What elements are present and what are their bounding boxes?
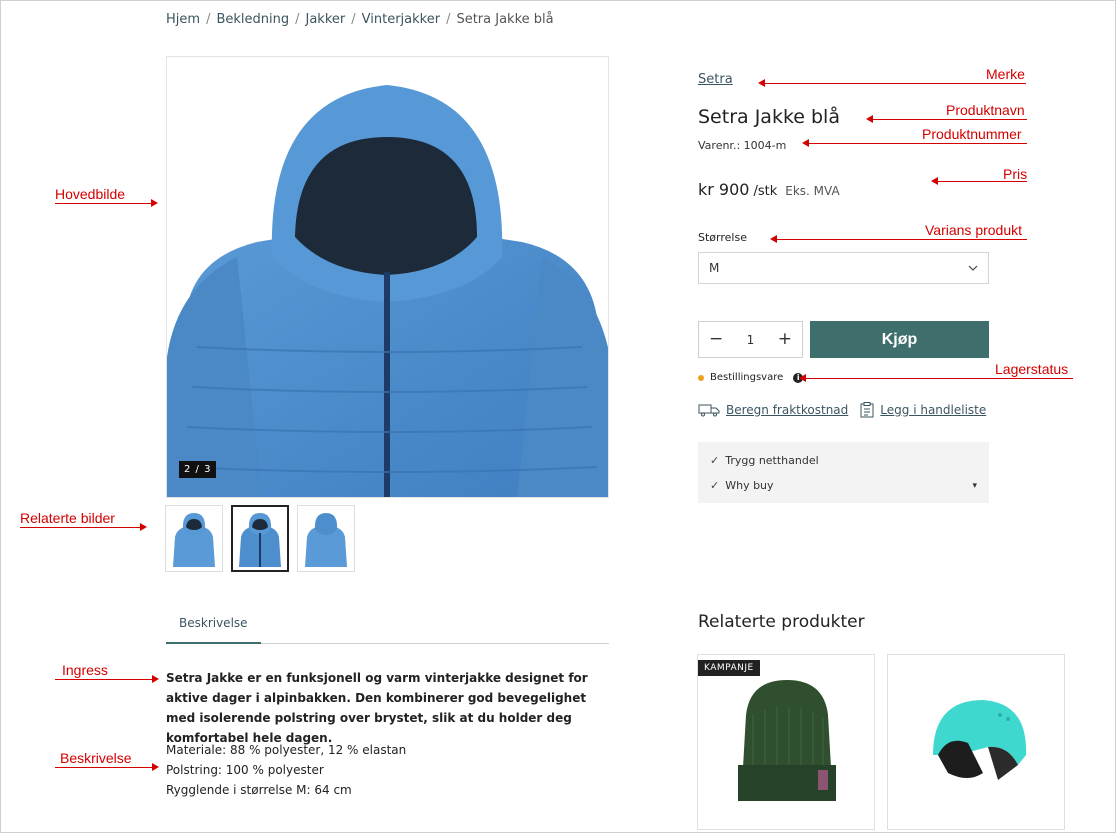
brand-link[interactable]: Setra xyxy=(698,72,733,87)
arrow-right-icon xyxy=(152,675,159,683)
tab-description[interactable]: Beskrivelse xyxy=(166,606,261,644)
breadcrumb-winter-jackets[interactable]: Vinterjakker xyxy=(362,12,440,27)
truck-icon xyxy=(698,404,720,417)
main-product-image[interactable]: 2 / 3 xyxy=(166,56,609,498)
price-row: kr 900 /stk Eks. MVA xyxy=(698,180,840,199)
arrow-right-icon xyxy=(152,763,159,771)
trust-box: ✓ Trygg netthandel ✓ Why buy ▾ xyxy=(698,442,989,503)
annotation-line xyxy=(55,767,152,768)
breadcrumb-separator: / xyxy=(295,12,300,27)
jacket-illustration xyxy=(167,85,608,497)
jacket-thumb-icon xyxy=(173,512,215,567)
arrow-left-icon xyxy=(799,374,806,382)
description-line: Polstring: 100 % polyester xyxy=(166,763,324,777)
price-unit: /stk xyxy=(753,184,778,199)
product-number: Varenr.: 1004-m xyxy=(698,139,787,152)
helmet-image xyxy=(933,700,1027,780)
why-buy-toggle[interactable]: ✓ Why buy ▾ xyxy=(710,473,977,498)
clipboard-icon xyxy=(860,402,874,418)
thumbnail-front-active[interactable] xyxy=(231,505,289,572)
description-line: Materiale: 88 % polyester, 12 % elastan xyxy=(166,743,407,757)
shopping-list-label: Legg i handleliste xyxy=(880,403,987,417)
annotation-price: Pris xyxy=(1003,166,1028,182)
buy-button[interactable]: Kjøp xyxy=(810,321,989,358)
annotation-product-name: Produktnavn xyxy=(946,102,1025,118)
breadcrumb-separator: / xyxy=(206,12,211,27)
size-select[interactable]: M xyxy=(698,252,989,284)
thumbnail-front[interactable] xyxy=(165,505,223,572)
annotation-line xyxy=(937,181,1027,182)
thumbnail-list xyxy=(165,505,355,572)
freight-cost-label: Beregn fraktkostnad xyxy=(726,403,849,417)
product-actions: Beregn fraktkostnad Legg i handleliste xyxy=(698,402,986,418)
check-icon: ✓ xyxy=(710,454,720,467)
trust-label: Trygg netthandel xyxy=(725,454,819,467)
increase-quantity-button[interactable]: + xyxy=(778,331,792,348)
stock-dot-icon xyxy=(698,374,704,381)
annotation-description: Beskrivelse xyxy=(60,750,132,766)
related-products-title: Relaterte produkter xyxy=(698,612,865,632)
jacket-thumb-icon xyxy=(239,512,281,567)
arrow-right-icon xyxy=(140,523,147,531)
annotation-stock: Lagerstatus xyxy=(995,361,1069,377)
annotation-brand: Merke xyxy=(986,66,1025,82)
annotation-line xyxy=(55,203,151,204)
ingress-text: Setra Jakke er en funksjonell og varm vi… xyxy=(166,671,588,745)
shopping-list-link[interactable]: Legg i handleliste xyxy=(860,402,986,418)
annotation-related-images: Relaterte bilder xyxy=(20,510,115,526)
check-icon: ✓ xyxy=(710,479,720,492)
annotation-line xyxy=(805,378,1073,379)
annotation-line xyxy=(872,119,1027,120)
arrow-left-icon xyxy=(758,79,765,87)
stock-status-label: Bestillingsvare xyxy=(710,372,784,383)
arrow-left-icon xyxy=(802,139,809,147)
beanie-image xyxy=(738,680,836,801)
arrow-right-icon xyxy=(151,199,158,207)
quantity-stepper: − 1 + xyxy=(698,321,803,358)
arrow-left-icon xyxy=(866,115,873,123)
description-tabs: Beskrivelse xyxy=(166,606,609,644)
image-counter: 2 / 3 xyxy=(179,461,217,478)
jacket-thumb-icon xyxy=(305,512,347,567)
arrow-left-icon xyxy=(931,177,938,185)
arrow-left-icon xyxy=(770,235,777,243)
annotation-line xyxy=(776,239,1027,240)
thumbnail-back[interactable] xyxy=(297,505,355,572)
breadcrumb-home[interactable]: Hjem xyxy=(166,12,200,27)
variant-label: Størrelse xyxy=(698,231,747,244)
decrease-quantity-button[interactable]: − xyxy=(709,331,723,348)
annotation-variant: Varians produkt xyxy=(925,222,1023,238)
breadcrumb-separator: / xyxy=(446,12,451,27)
freight-cost-link[interactable]: Beregn fraktkostnad xyxy=(698,403,848,417)
annotation-ingress: Ingress xyxy=(62,662,108,678)
breadcrumb-clothing[interactable]: Bekledning xyxy=(216,12,289,27)
breadcrumb: Hjem / Bekledning / Jakker / Vinterjakke… xyxy=(166,12,554,27)
size-select-value: M xyxy=(709,261,720,275)
chevron-down-icon xyxy=(968,265,978,271)
related-product-card[interactable] xyxy=(887,654,1065,830)
description-text: Materiale: 88 % polyester, 12 % elastan … xyxy=(166,740,406,800)
annotation-line xyxy=(808,143,1027,144)
price-vat-note: Eks. MVA xyxy=(785,184,840,198)
annotation-line xyxy=(20,527,140,528)
related-product-card[interactable]: KAMPANJE xyxy=(697,654,875,830)
annotation-line xyxy=(764,83,1026,84)
breadcrumb-jackets[interactable]: Jakker xyxy=(306,12,346,27)
chevron-down-icon: ▾ xyxy=(972,480,977,491)
product-name: Setra Jakke blå xyxy=(698,106,840,128)
quantity-value[interactable]: 1 xyxy=(747,333,755,347)
annotation-line xyxy=(55,679,152,680)
annotation-main-image: Hovedbilde xyxy=(55,186,126,202)
breadcrumb-current: Setra Jakke blå xyxy=(456,12,554,27)
annotation-product-number: Produktnummer xyxy=(922,126,1022,142)
trust-item: ✓ Trygg netthandel xyxy=(710,448,977,473)
breadcrumb-separator: / xyxy=(351,12,356,27)
stock-status: Bestillingsvare i xyxy=(698,372,804,383)
price: kr 900 xyxy=(698,180,750,199)
description-line: Rygglende i størrelse M: 64 cm xyxy=(166,783,352,797)
campaign-badge: KAMPANJE xyxy=(698,660,760,676)
trust-label: Why buy xyxy=(725,479,774,492)
